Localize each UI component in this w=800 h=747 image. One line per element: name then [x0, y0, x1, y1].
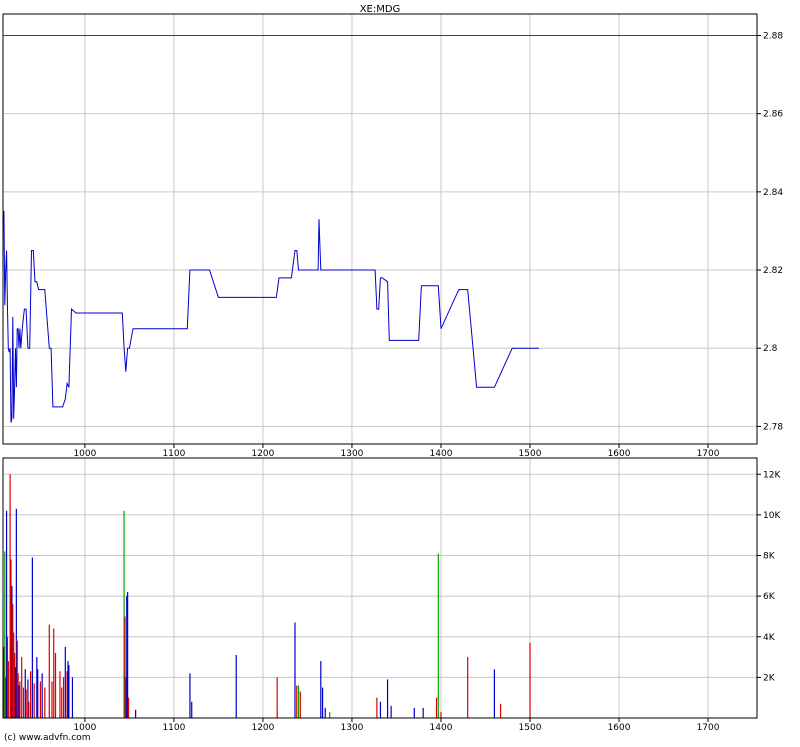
- volume-y-tick-label: 2K: [763, 673, 776, 683]
- volume-x-tick-label: 1600: [608, 723, 631, 733]
- price-panel: 1000 1100 1200 1300 1400 1500 1600 1700 2.78 2.8…: [2, 4, 783, 459]
- price-y-tick-label: 2.86: [763, 110, 783, 120]
- volume-x-tick-label: 1400: [430, 723, 453, 733]
- volume-panel: 1000 1100 1200 1300 1400 1500 1600 1700 2K 4K 6K 8…: [2, 457, 781, 733]
- price-y-tick-label: 2.82: [763, 266, 783, 276]
- volume-y-tick-label: 4K: [763, 633, 776, 643]
- price-x-ticks: 1000 1100 1200 1300 1400 1500 1600 1700: [73, 444, 720, 459]
- volume-x-tick-label: 1200: [251, 723, 274, 733]
- volume-x-tick-label: 1100: [162, 723, 185, 733]
- chart-title: XE:MDG: [360, 4, 401, 15]
- volume-x-tick-label: 1700: [697, 723, 720, 733]
- volume-x-tick-label: 1000: [73, 723, 96, 733]
- volume-x-ticks: 1000 1100 1200 1300 1400 1500 1600 1700: [73, 718, 720, 733]
- price-plot-frame: [3, 14, 757, 444]
- price-y-tick-label: 2.78: [763, 422, 783, 432]
- price-y-tick-label: 2.84: [763, 188, 783, 198]
- volume-x-tick-label: 1300: [341, 723, 364, 733]
- volume-y-ticks: 2K 4K 6K 8K 10K 12K: [757, 470, 781, 683]
- volume-plot-frame: [3, 458, 757, 718]
- volume-y-tick-label: 12K: [763, 470, 781, 480]
- volume-y-tick-label: 10K: [763, 511, 781, 521]
- copyright-footer: (c) www.advfn.com: [4, 733, 91, 743]
- volume-y-tick-label: 6K: [763, 592, 776, 602]
- price-y-tick-label: 2.88: [763, 32, 783, 42]
- price-y-ticks: 2.78 2.8 2.82 2.84 2.86 2.88: [757, 32, 783, 432]
- volume-x-tick-label: 1500: [519, 723, 542, 733]
- chart: 1000 1100 1200 1300 1400 1500 1600 1700 2.78 2.8…: [2, 4, 783, 733]
- price-y-tick-label: 2.8: [763, 344, 778, 354]
- volume-y-tick-label: 8K: [763, 552, 776, 562]
